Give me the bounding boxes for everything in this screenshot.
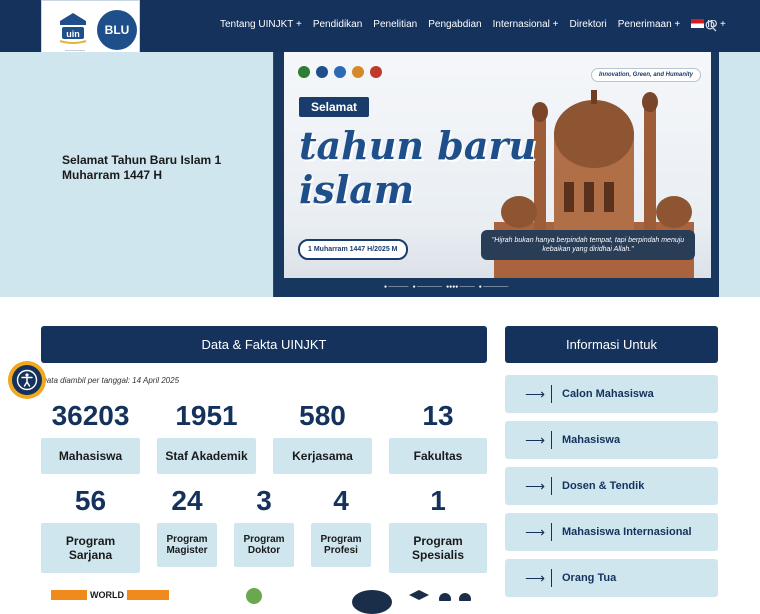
info-item-label: Mahasiswa Internasional bbox=[562, 526, 692, 538]
nav-item-tentang[interactable]: Tentang UINJKT + bbox=[220, 19, 302, 30]
nav-item-direktori[interactable]: Direktori bbox=[570, 19, 607, 30]
stat-sarjana-label[interactable]: Program Sarjana bbox=[41, 523, 140, 573]
hero-title[interactable]: Selamat Tahun Baru Islam 1 Muharram 1447… bbox=[62, 153, 242, 183]
divider bbox=[551, 385, 552, 403]
site-header: uin BLU —————————— Tentang UINJKT + Pend… bbox=[0, 0, 760, 62]
info-item-mahasiswa[interactable]: ⟶ Mahasiswa bbox=[505, 421, 718, 459]
stat-mahasiswa-label[interactable]: Mahasiswa bbox=[41, 438, 140, 474]
divider bbox=[551, 523, 552, 541]
data-date-note: Data diambil per tanggal: 14 April 2025 bbox=[41, 376, 180, 385]
search-icon[interactable] bbox=[705, 20, 717, 32]
info-item-dosen-tendik[interactable]: ⟶ Dosen & Tendik bbox=[505, 467, 718, 505]
info-item-label: Orang Tua bbox=[562, 572, 617, 584]
world-ranking-logo[interactable]: WORLD bbox=[51, 590, 169, 600]
banner-frame-left bbox=[274, 52, 284, 297]
stat-staf-label[interactable]: Staf Akademik bbox=[157, 438, 256, 474]
info-item-label: Dosen & Tendik bbox=[562, 480, 645, 492]
banner-footer-contacts: ● ———— ● ————— ●●●● ——— ● ————— bbox=[384, 284, 509, 290]
nav-item-pengabdian[interactable]: Pengabdian bbox=[428, 19, 481, 30]
partner-logo-icon bbox=[370, 66, 382, 78]
divider bbox=[551, 431, 552, 449]
hero-banner[interactable]: Innovation, Green, and Humanity Selamat … bbox=[273, 52, 719, 297]
partner-logos bbox=[298, 66, 382, 78]
kemenag-logo-icon bbox=[298, 66, 310, 78]
stat-profesi-label[interactable]: Program Profesi bbox=[311, 523, 371, 567]
world-ranking-text: WORLD bbox=[87, 590, 127, 600]
stat-spesialis-value: 1 bbox=[430, 485, 446, 516]
divider bbox=[551, 569, 552, 587]
arrow-right-icon: ⟶ bbox=[525, 569, 546, 586]
blu-logo: BLU bbox=[97, 10, 137, 50]
main-nav: Tentang UINJKT + Pendidikan Penelitian P… bbox=[220, 19, 737, 30]
info-item-mahasiswa-internasional[interactable]: ⟶ Mahasiswa Internasional bbox=[505, 513, 718, 551]
informasi-heading: Informasi Untuk bbox=[505, 326, 718, 363]
banner-quote: "Hijrah bukan hanya berpindah tempat, ta… bbox=[481, 230, 695, 260]
accessibility-icon-wrap bbox=[12, 365, 42, 395]
stat-doktor-value: 3 bbox=[256, 485, 272, 516]
indonesia-flag-icon bbox=[691, 19, 705, 28]
arrow-right-icon: ⟶ bbox=[525, 431, 546, 448]
accessibility-button[interactable] bbox=[8, 361, 46, 399]
banner-frame-right bbox=[711, 52, 719, 297]
blu-mini-logo-icon bbox=[334, 66, 346, 78]
nav-item-pendidikan[interactable]: Pendidikan bbox=[313, 19, 362, 30]
stat-kerjasama-value: 580 bbox=[299, 400, 346, 431]
banner-date-pill: 1 Muharram 1447 H/2025 M bbox=[298, 239, 408, 260]
hero-section: Selamat Tahun Baru Islam 1 Muharram 1447… bbox=[0, 52, 760, 297]
stat-sarjana-value: 56 bbox=[74, 485, 107, 516]
info-item-label: Calon Mahasiswa bbox=[562, 388, 654, 400]
ranking-logos: WORLD bbox=[0, 586, 760, 614]
info-item-calon-mahasiswa[interactable]: ⟶ Calon Mahasiswa bbox=[505, 375, 718, 413]
banner-tagline: Innovation, Green, and Humanity bbox=[591, 68, 702, 82]
stat-profesi-value: 4 bbox=[333, 485, 349, 516]
arrow-right-icon: ⟶ bbox=[525, 477, 546, 494]
banner-headline-line2: islam bbox=[299, 167, 415, 212]
partner-logo-icon bbox=[352, 66, 364, 78]
stat-doktor-label[interactable]: Program Doktor bbox=[234, 523, 294, 567]
uin-logo-text: uin bbox=[66, 29, 80, 39]
stat-spesialis-label[interactable]: Program Spesialis bbox=[389, 523, 487, 573]
banner-headline-line1: tahun baru bbox=[299, 123, 537, 168]
nav-item-penelitian[interactable]: Penelitian bbox=[373, 19, 417, 30]
data-fakta-heading: Data & Fakta UINJKT bbox=[41, 326, 487, 363]
uin-logo-icon: uin bbox=[59, 13, 87, 44]
stat-mahasiswa-value: 36203 bbox=[51, 400, 130, 431]
arrow-right-icon: ⟶ bbox=[525, 385, 546, 402]
uin-mini-logo-icon bbox=[316, 66, 328, 78]
banner-headline: tahun baru islam bbox=[299, 124, 536, 212]
divider bbox=[551, 477, 552, 495]
stat-fakultas-label[interactable]: Fakultas bbox=[389, 438, 487, 474]
banner-selamat: Selamat bbox=[299, 97, 370, 117]
stat-fakultas-value: 13 bbox=[422, 400, 454, 431]
ranking-badge-logo-icon[interactable] bbox=[352, 590, 392, 614]
nav-item-penerimaan[interactable]: Penerimaan + bbox=[618, 19, 681, 30]
info-item-label: Mahasiswa bbox=[562, 434, 621, 446]
stat-staf-value: 1951 bbox=[175, 400, 238, 431]
green-ranking-logo-icon[interactable] bbox=[246, 588, 262, 604]
stat-kerjasama-label[interactable]: Kerjasama bbox=[273, 438, 372, 474]
stat-magister-value: 24 bbox=[171, 485, 203, 516]
accessibility-icon bbox=[16, 369, 38, 391]
graduation-cap-logo-icon[interactable] bbox=[405, 587, 475, 601]
nav-item-internasional[interactable]: Internasional + bbox=[493, 19, 559, 30]
stat-magister-label[interactable]: Program Magister bbox=[157, 523, 217, 567]
arrow-right-icon: ⟶ bbox=[525, 523, 546, 540]
